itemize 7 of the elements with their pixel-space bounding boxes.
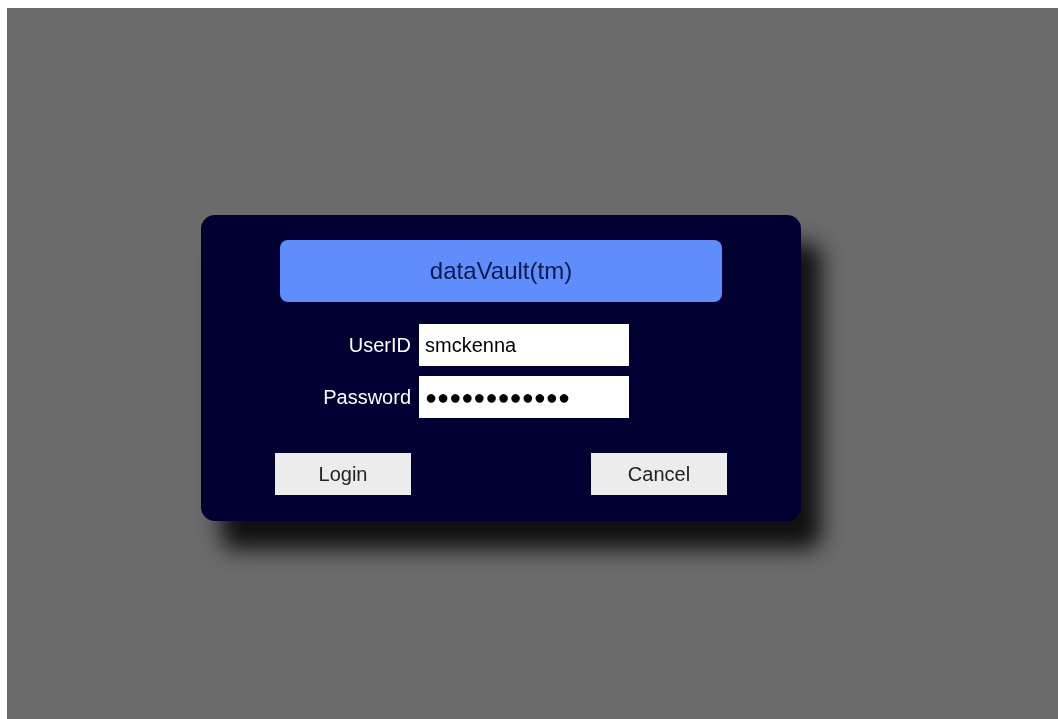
field-label: UserID (347, 333, 412, 358)
field-label: Password (322, 385, 412, 410)
input-field[interactable]: ●●●●●●●●●●●● (419, 376, 629, 418)
dialog-button[interactable]: Cancel (591, 453, 727, 495)
dialog-title: dataVault(tm) (280, 240, 722, 302)
dialog-button[interactable]: Login (275, 453, 411, 495)
input-field[interactable]: smckenna (419, 324, 629, 366)
